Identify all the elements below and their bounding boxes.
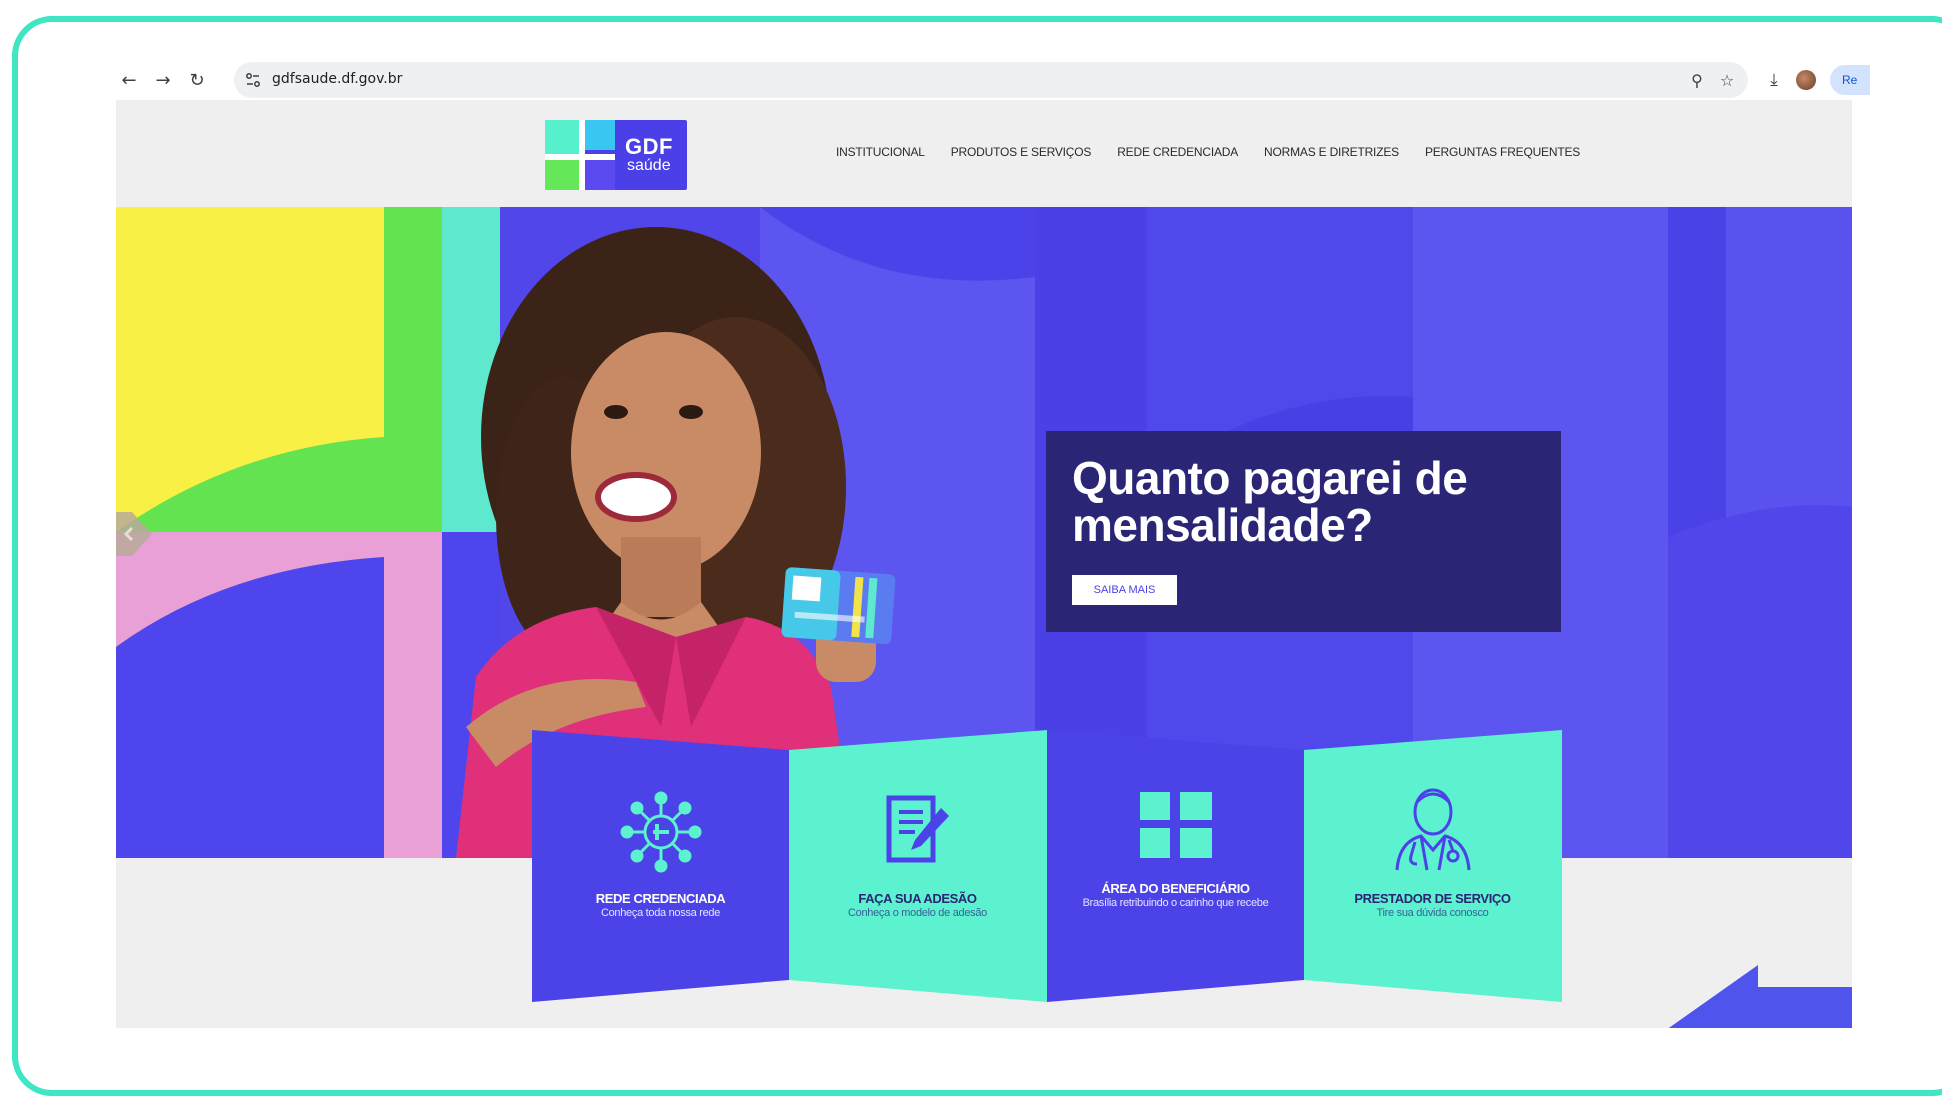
bookmark-star-icon[interactable]: ☆ xyxy=(1716,69,1738,91)
forward-icon[interactable]: → xyxy=(150,67,176,93)
profile-avatar[interactable] xyxy=(1796,70,1816,90)
logo-block-green xyxy=(545,160,579,190)
card-area-do-beneficiario[interactable]: ÁREA DO BENEFICIÁRIO Brasília retribuind… xyxy=(1047,730,1304,1020)
main-nav: INSTITUCIONAL PRODUTOS E SERVIÇOS REDE C… xyxy=(836,145,1580,159)
nav-perguntas-frequentes[interactable]: PERGUNTAS FREQUENTES xyxy=(1425,145,1580,159)
gdf-cross-icon xyxy=(1139,792,1212,858)
nav-rede-credenciada[interactable]: REDE CREDENCIADA xyxy=(1117,145,1238,159)
gdf-saude-logo[interactable]: GDF saúde xyxy=(545,120,687,190)
card-prestador-de-servico[interactable]: PRESTADOR DE SERVIÇO Tire sua dúvida con… xyxy=(1304,730,1561,1020)
card-subtitle: Conheça o modelo de adesão xyxy=(848,907,987,919)
nav-produtos-servicos[interactable]: PRODUTOS E SERVIÇOS xyxy=(951,145,1092,159)
logo-subtext: saúde xyxy=(627,157,671,174)
saiba-mais-button[interactable]: SAIBA MAIS xyxy=(1072,575,1177,605)
profile-button[interactable]: Re xyxy=(1830,65,1870,95)
card-subtitle: Brasília retribuindo o carinho que receb… xyxy=(1082,897,1269,909)
logo-block-teal xyxy=(545,120,579,154)
nav-normas-diretrizes[interactable]: NORMAS E DIRETRIZES xyxy=(1264,145,1399,159)
zoom-icon[interactable]: ⚲ xyxy=(1686,69,1708,91)
logo-block-cyan xyxy=(585,120,615,150)
promo-headline: Quanto pagarei de mensalidade? xyxy=(1072,452,1468,551)
card-title: PRESTADOR DE SERVIÇO xyxy=(1354,891,1511,906)
quick-access-cards: REDE CREDENCIADA Conheça toda nossa rede… xyxy=(532,730,1562,1020)
card-title: ÁREA DO BENEFICIÁRIO xyxy=(1101,881,1250,896)
card-title: FAÇA SUA ADESÃO xyxy=(858,891,977,906)
site-info-icon[interactable] xyxy=(244,71,262,89)
network-icon xyxy=(620,791,701,873)
back-icon[interactable]: ← xyxy=(116,67,142,93)
card-rede-credenciada[interactable]: REDE CREDENCIADA Conheça toda nossa rede xyxy=(532,730,789,1020)
url-text[interactable]: gdfsaude.df.gov.br xyxy=(272,71,402,87)
reload-icon[interactable]: ↻ xyxy=(184,67,210,93)
card-subtitle: Conheça toda nossa rede xyxy=(600,907,721,919)
browser-toolbar: ← → ↻ gdfsaude.df.gov.br ⚲ ☆ ⤓ Re xyxy=(116,62,1870,98)
logo-block-blue xyxy=(585,160,615,190)
logo-cross-vertical xyxy=(579,120,585,190)
form-edit-icon xyxy=(886,795,949,863)
web-page: GDF saúde INSTITUCIONAL PRODUTOS E SERVI… xyxy=(116,100,1852,1028)
card-faca-sua-adesao[interactable]: FAÇA SUA ADESÃO Conheça o modelo de ades… xyxy=(789,730,1046,1020)
site-header: GDF saúde INSTITUCIONAL PRODUTOS E SERVI… xyxy=(116,100,1852,207)
address-bar[interactable]: gdfsaude.df.gov.br ⚲ ☆ xyxy=(234,62,1748,98)
promo-box: Quanto pagarei de mensalidade? SAIBA MAI… xyxy=(1046,431,1561,632)
card-title: REDE CREDENCIADA xyxy=(595,891,726,906)
download-icon[interactable]: ⤓ xyxy=(1762,68,1786,92)
nav-institucional[interactable]: INSTITUCIONAL xyxy=(836,145,925,159)
card-subtitle: Tire sua dúvida conosco xyxy=(1376,907,1489,919)
carousel-prev-arrow[interactable] xyxy=(116,512,152,556)
doctor-icon xyxy=(1395,788,1470,871)
annotation-arrow-icon xyxy=(1668,965,1852,1028)
